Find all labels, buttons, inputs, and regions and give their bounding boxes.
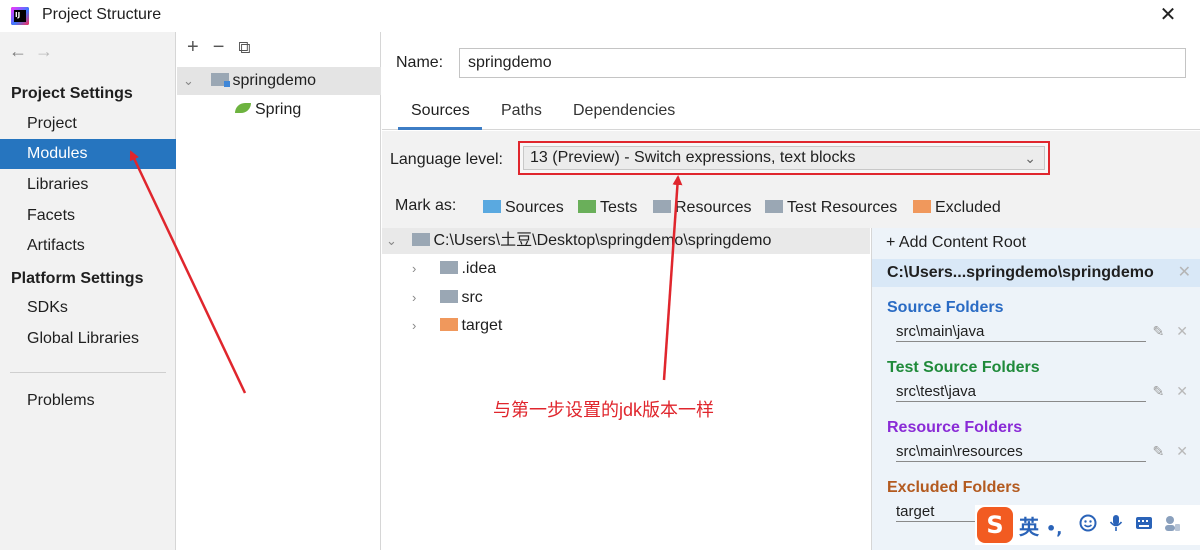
sidebar-item-problems[interactable]: Problems bbox=[0, 386, 176, 416]
platform-settings-heading: Platform Settings bbox=[11, 270, 144, 287]
mark-as-excluded-button[interactable]: Excluded bbox=[913, 199, 1001, 217]
resource-folders-title: Resource Folders bbox=[887, 419, 1023, 436]
ime-mode-text[interactable]: 英 •, bbox=[1019, 511, 1062, 540]
remove-module-icon[interactable]: − bbox=[213, 36, 225, 59]
module-folder-icon bbox=[211, 73, 231, 87]
module-tree-item-spring[interactable]: Spring bbox=[177, 96, 381, 124]
sources-options: Language level: 13 (Preview) - Switch ex… bbox=[382, 131, 1200, 228]
content-root-row[interactable]: ⌄ C:\Users\土豆\Desktop\springdemo\springd… bbox=[382, 228, 870, 254]
chevron-right-icon[interactable]: › bbox=[412, 285, 426, 311]
sidebar-item-project[interactable]: Project bbox=[0, 109, 176, 139]
sidebar-item-sdks[interactable]: SDKs bbox=[0, 293, 176, 323]
folder-icon bbox=[412, 233, 431, 246]
folder-icon bbox=[440, 290, 459, 303]
remove-icon[interactable]: ✕ bbox=[1176, 443, 1188, 459]
window-title: Project Structure bbox=[42, 6, 162, 23]
resources-folder-icon bbox=[653, 200, 671, 213]
content-root-header: C:\Users...springdemo\springdemo ✕ bbox=[872, 259, 1200, 287]
facet-label: Spring bbox=[255, 101, 302, 118]
name-label: Name: bbox=[396, 54, 444, 71]
tree-item-target[interactable]: › target bbox=[412, 313, 502, 339]
intellij-logo-icon: IJ bbox=[11, 7, 29, 25]
module-settings-panel: Name: springdemo Sources Paths Dependenc… bbox=[382, 32, 1200, 550]
sources-folder-icon bbox=[483, 200, 501, 213]
sidebar-item-facets[interactable]: Facets bbox=[0, 201, 176, 231]
chevron-right-icon[interactable]: › bbox=[412, 313, 426, 339]
module-label: springdemo bbox=[232, 72, 317, 89]
resource-folder-path: src\main\resources bbox=[896, 443, 1146, 462]
tab-dependencies[interactable]: Dependencies bbox=[573, 102, 675, 120]
language-level-label: Language level: bbox=[390, 151, 503, 168]
chevron-down-icon[interactable]: ⌄ bbox=[386, 228, 400, 254]
module-tabs: Sources Paths Dependencies bbox=[382, 96, 1200, 130]
test-resources-folder-icon bbox=[765, 200, 783, 213]
source-folders-title: Source Folders bbox=[887, 299, 1004, 316]
plus-icon: + bbox=[886, 234, 899, 251]
test-source-folders-title: Test Source Folders bbox=[887, 359, 1040, 376]
tree-item-src[interactable]: › src bbox=[412, 285, 483, 311]
module-tree-item-springdemo[interactable]: ⌄ springdemo bbox=[177, 67, 381, 95]
edit-pencil-icon[interactable]: ✎ bbox=[1153, 443, 1165, 459]
spring-leaf-icon bbox=[235, 103, 251, 113]
user-skin-icon[interactable] bbox=[1163, 514, 1181, 532]
module-name-input[interactable]: springdemo bbox=[459, 48, 1186, 78]
content-root-path: C:\Users\土豆\Desktop\springdemo\springdem… bbox=[433, 232, 772, 249]
content-root-tree: ⌄ C:\Users\土豆\Desktop\springdemo\springd… bbox=[382, 228, 870, 550]
test-source-folder-path: src\test\java bbox=[896, 383, 1146, 402]
settings-sidebar: ← → Project Settings Project Modules Libr… bbox=[0, 32, 176, 550]
tab-sources[interactable]: Sources bbox=[411, 102, 470, 120]
remove-icon[interactable]: ✕ bbox=[1176, 383, 1188, 399]
excluded-folders-title: Excluded Folders bbox=[887, 479, 1021, 496]
mark-as-label: Mark as: bbox=[395, 197, 457, 214]
copy-module-icon[interactable]: ⧉ bbox=[238, 38, 250, 58]
remove-root-icon[interactable]: ✕ bbox=[1178, 259, 1191, 287]
add-content-root-button[interactable]: + Add Content Root bbox=[886, 234, 1026, 252]
remove-icon[interactable]: ✕ bbox=[1176, 323, 1188, 339]
edit-pencil-icon[interactable]: ✎ bbox=[1153, 383, 1165, 399]
sidebar-item-global-libraries[interactable]: Global Libraries bbox=[0, 324, 176, 354]
excluded-folder-icon bbox=[913, 200, 931, 213]
chevron-right-icon[interactable]: › bbox=[412, 256, 426, 282]
source-folder-path: src\main\java bbox=[896, 323, 1146, 342]
mark-as-sources-button[interactable]: Sources bbox=[483, 199, 564, 217]
sidebar-item-artifacts[interactable]: Artifacts bbox=[0, 231, 176, 261]
edit-pencil-icon[interactable]: ✎ bbox=[1153, 323, 1165, 339]
language-level-highlight-box: 13 (Preview) - Switch expressions, text … bbox=[518, 141, 1050, 175]
excluded-folder-icon bbox=[440, 318, 459, 331]
add-module-icon[interactable]: + bbox=[187, 36, 199, 59]
modules-panel: + − ⧉ ⌄ springdemo Spring bbox=[177, 32, 381, 550]
language-level-dropdown[interactable]: 13 (Preview) - Switch expressions, text … bbox=[523, 146, 1045, 170]
emoji-icon[interactable] bbox=[1079, 514, 1097, 532]
sidebar-item-libraries[interactable]: Libraries bbox=[0, 170, 176, 200]
back-arrow-icon[interactable]: ← bbox=[9, 41, 27, 62]
folder-icon bbox=[440, 261, 459, 274]
mark-as-resources-button[interactable]: Resources bbox=[653, 199, 751, 217]
microphone-icon[interactable] bbox=[1107, 514, 1125, 532]
tree-item-idea[interactable]: › .idea bbox=[412, 256, 496, 282]
title-bar: IJ Project Structure ✕ bbox=[0, 0, 1200, 32]
ime-toolbar: S 英 •, bbox=[975, 505, 1200, 545]
annotation-text: 与第一步设置的jdk版本一样 bbox=[493, 400, 715, 420]
active-tab-indicator bbox=[398, 127, 482, 130]
mark-as-tests-button[interactable]: Tests bbox=[578, 199, 637, 217]
mark-as-test-resources-button[interactable]: Test Resources bbox=[765, 199, 897, 217]
project-settings-heading: Project Settings bbox=[11, 85, 133, 102]
chevron-down-icon: ⌄ bbox=[1024, 150, 1036, 166]
sogou-logo-icon[interactable]: S bbox=[977, 507, 1013, 543]
tab-paths[interactable]: Paths bbox=[501, 102, 542, 120]
sidebar-divider bbox=[10, 372, 166, 373]
tests-folder-icon bbox=[578, 200, 596, 213]
close-icon[interactable]: ✕ bbox=[1157, 3, 1179, 27]
sidebar-item-modules[interactable]: Modules bbox=[0, 139, 176, 169]
language-level-value: 13 (Preview) - Switch expressions, text … bbox=[530, 149, 856, 166]
content-root-panel: + Add Content Root C:\Users...springdemo… bbox=[871, 228, 1200, 550]
keyboard-icon[interactable] bbox=[1135, 514, 1153, 532]
chevron-down-icon[interactable]: ⌄ bbox=[183, 67, 197, 95]
forward-arrow-icon[interactable]: → bbox=[35, 41, 53, 62]
